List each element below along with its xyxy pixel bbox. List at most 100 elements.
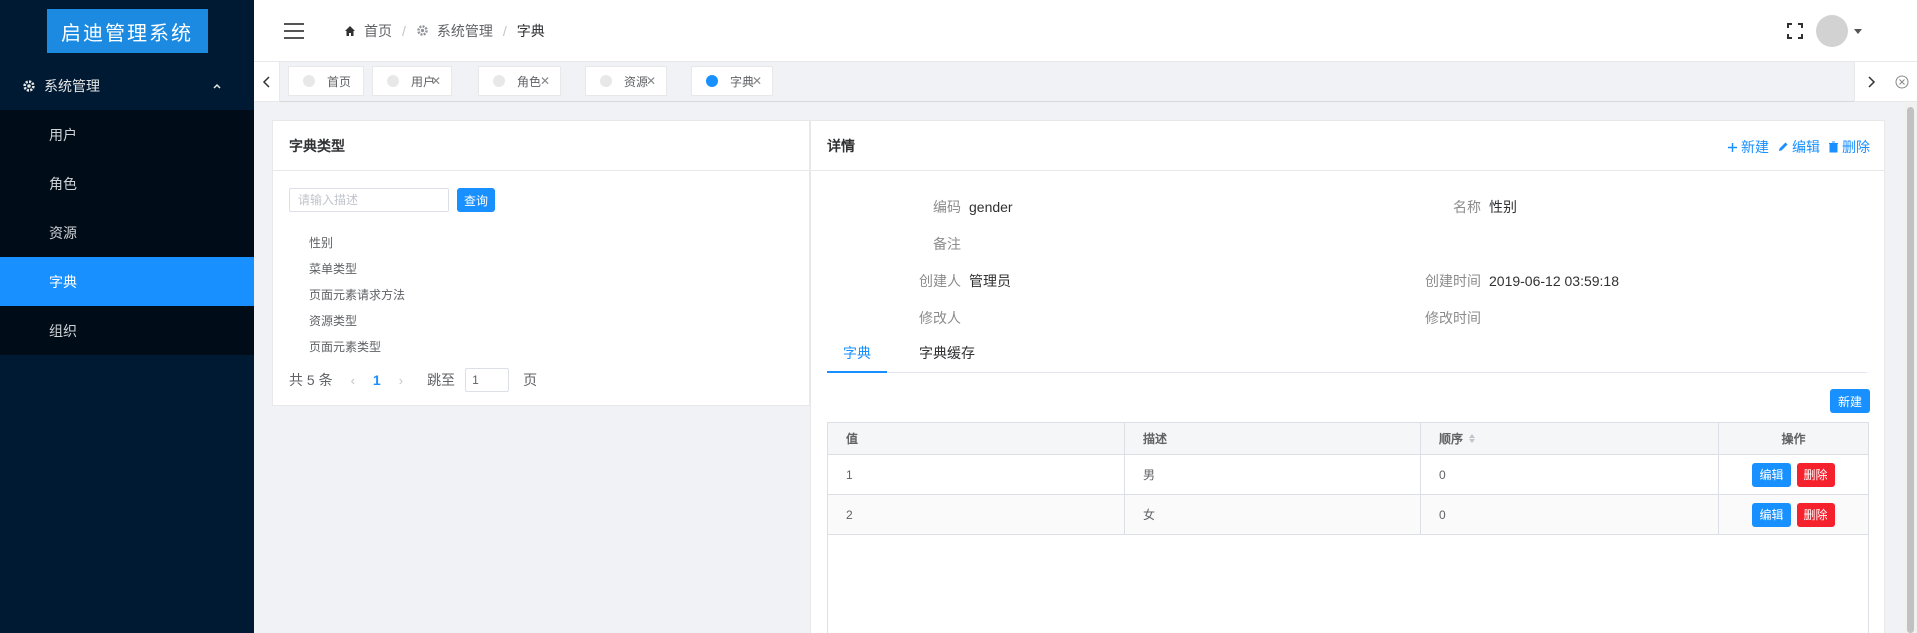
field-label: 修改时间 bbox=[1425, 310, 1481, 326]
page-number[interactable]: 1 bbox=[373, 372, 381, 388]
dict-type-list: 性别 菜单类型 页面元素请求方法 资源类型 页面元素类型 bbox=[309, 229, 405, 359]
cell-value: 2 bbox=[828, 495, 1125, 534]
field-modifier: 修改人 bbox=[881, 308, 969, 328]
field-value: 管理员 bbox=[969, 273, 1011, 289]
logo-area: 启迪管理系统 bbox=[0, 0, 254, 62]
sidebar-item-users[interactable]: 用户 bbox=[0, 110, 254, 159]
tab-dictionary-cache[interactable]: 字典缓存 bbox=[907, 343, 987, 373]
caret-down-icon[interactable] bbox=[1854, 28, 1862, 34]
tab-dot-icon bbox=[493, 75, 505, 87]
sidebar-group-system[interactable]: 系统管理 bbox=[0, 62, 254, 110]
tab-dot-icon bbox=[303, 75, 315, 87]
chevron-left-icon[interactable] bbox=[254, 62, 280, 102]
search-button[interactable]: 查询 bbox=[457, 188, 496, 212]
tab-users[interactable]: 用户 ✕ bbox=[372, 66, 452, 96]
pager-goto-input[interactable] bbox=[465, 368, 510, 392]
edit-button[interactable]: 编辑 bbox=[1777, 137, 1820, 157]
avatar[interactable] bbox=[1816, 15, 1848, 47]
breadcrumb-current: 字典 bbox=[516, 22, 545, 39]
field-label: 名称 bbox=[1453, 199, 1481, 215]
tab-dictionary-items[interactable]: 字典 bbox=[827, 343, 887, 373]
tab-dictionary[interactable]: 字典 ✕ bbox=[691, 66, 773, 96]
fullscreen-icon[interactable] bbox=[1786, 22, 1804, 40]
list-item[interactable]: 页面元素请求方法 bbox=[309, 281, 405, 307]
edit-label: 编辑 bbox=[1792, 139, 1820, 155]
sidebar-item-organization[interactable]: 组织 bbox=[0, 306, 254, 355]
detail-actions: 新建 编辑 删除 bbox=[1719, 137, 1870, 157]
field-created-time: 创建时间 2019-06-12 03:59:18 bbox=[1401, 271, 1619, 291]
tab-resources[interactable]: 资源 ✕ bbox=[585, 66, 667, 96]
column-header-actions: 操作 bbox=[1781, 432, 1806, 446]
pager-page-suffix: 页 bbox=[523, 372, 538, 388]
tab-dot-icon bbox=[600, 75, 612, 87]
row-edit-button[interactable]: 编辑 bbox=[1752, 502, 1791, 527]
tabs-strip: 首页 用户 ✕ 角色 ✕ 资源 ✕ 字典 ✕ bbox=[280, 62, 1854, 102]
field-label: 创建人 bbox=[919, 273, 961, 289]
field-modified-time: 修改时间 bbox=[1401, 308, 1489, 328]
cell-value: 1 bbox=[828, 455, 1125, 494]
row-delete-button[interactable]: 删除 bbox=[1796, 462, 1835, 487]
tab-label: 首页 bbox=[327, 74, 352, 89]
menu-toggle-icon[interactable] bbox=[284, 22, 304, 39]
edit-icon bbox=[1779, 142, 1788, 151]
list-item[interactable]: 资源类型 bbox=[309, 307, 405, 333]
field-label: 创建时间 bbox=[1425, 273, 1481, 289]
tab-label: 角色 bbox=[517, 74, 542, 89]
chevron-up-icon bbox=[213, 83, 221, 89]
sidebar: 启迪管理系统 系统管理 用户 角色 资源 字典 组织 bbox=[0, 0, 254, 633]
tab-home[interactable]: 首页 bbox=[288, 66, 364, 96]
sidebar-item-resources[interactable]: 资源 bbox=[0, 208, 254, 257]
inner-tabs: 字典 字典缓存 bbox=[827, 343, 1867, 373]
field-label: 备注 bbox=[933, 236, 961, 252]
app-logo[interactable]: 启迪管理系统 bbox=[46, 9, 208, 53]
list-item[interactable]: 菜单类型 bbox=[309, 255, 405, 281]
search-input[interactable] bbox=[289, 188, 449, 212]
breadcrumb-system[interactable]: 系统管理 bbox=[437, 21, 493, 41]
column-header-value: 值 bbox=[828, 423, 1125, 454]
chevron-right-icon[interactable] bbox=[1854, 62, 1886, 102]
column-header-label: 顺序 bbox=[1439, 432, 1464, 446]
close-all-tabs-icon[interactable] bbox=[1886, 62, 1917, 102]
list-item[interactable]: 性别 bbox=[309, 229, 405, 255]
column-header-order[interactable]: 顺序 bbox=[1421, 423, 1719, 454]
add-item-button[interactable]: 新建 bbox=[1829, 389, 1870, 413]
next-page-icon[interactable]: › bbox=[399, 373, 403, 388]
delete-button[interactable]: 删除 bbox=[1828, 137, 1870, 157]
tab-label: 字典 bbox=[730, 74, 755, 89]
tab-label: 资源 bbox=[624, 74, 649, 89]
new-label: 新建 bbox=[1741, 139, 1769, 155]
tab-dot-icon bbox=[387, 75, 399, 87]
close-icon[interactable]: ✕ bbox=[752, 74, 762, 88]
cell-actions: 编辑 删除 bbox=[1719, 455, 1868, 494]
breadcrumb-separator: / bbox=[502, 22, 507, 39]
cell-actions: 编辑 删除 bbox=[1719, 495, 1868, 534]
breadcrumb-home[interactable]: 首页 bbox=[364, 21, 392, 41]
field-creator: 创建人 管理员 bbox=[881, 271, 1011, 291]
detail-panel: 详情 新建 编辑 删除 编码 gender 名称 性别 备注 创建人 管理员 创… bbox=[810, 120, 1885, 633]
prev-page-icon[interactable]: ‹ bbox=[351, 373, 355, 388]
table-header: 值 描述 顺序 操作 bbox=[828, 423, 1868, 455]
column-header-desc: 描述 bbox=[1125, 423, 1421, 454]
new-button[interactable]: 新建 bbox=[1727, 137, 1769, 157]
list-item[interactable]: 页面元素类型 bbox=[309, 333, 405, 359]
plus-icon bbox=[1728, 142, 1737, 152]
sidebar-item-roles[interactable]: 角色 bbox=[0, 159, 254, 208]
tab-roles[interactable]: 角色 ✕ bbox=[478, 66, 561, 96]
field-name: 名称 性别 bbox=[1401, 197, 1517, 217]
sort-icon[interactable] bbox=[1469, 434, 1476, 443]
dict-items-table: 值 描述 顺序 操作 1 男 0 编辑 删除 2 女 0 编辑 删除 bbox=[827, 422, 1869, 633]
close-icon[interactable]: ✕ bbox=[431, 74, 441, 88]
cell-order: 0 bbox=[1421, 495, 1719, 534]
breadcrumb-separator: / bbox=[402, 22, 406, 39]
row-edit-button[interactable]: 编辑 bbox=[1752, 462, 1791, 487]
vertical-scrollbar[interactable] bbox=[1904, 103, 1917, 633]
table-row: 2 女 0 编辑 删除 bbox=[828, 495, 1868, 535]
sidebar-item-dictionary[interactable]: 字典 bbox=[0, 257, 254, 306]
close-icon[interactable]: ✕ bbox=[646, 74, 656, 88]
row-delete-button[interactable]: 删除 bbox=[1796, 502, 1835, 527]
scrollbar-thumb[interactable] bbox=[1907, 107, 1914, 633]
home-icon bbox=[345, 25, 355, 36]
cell-desc: 男 bbox=[1125, 455, 1421, 494]
close-icon[interactable]: ✕ bbox=[540, 74, 550, 88]
field-value: 2019-06-12 03:59:18 bbox=[1489, 273, 1619, 289]
